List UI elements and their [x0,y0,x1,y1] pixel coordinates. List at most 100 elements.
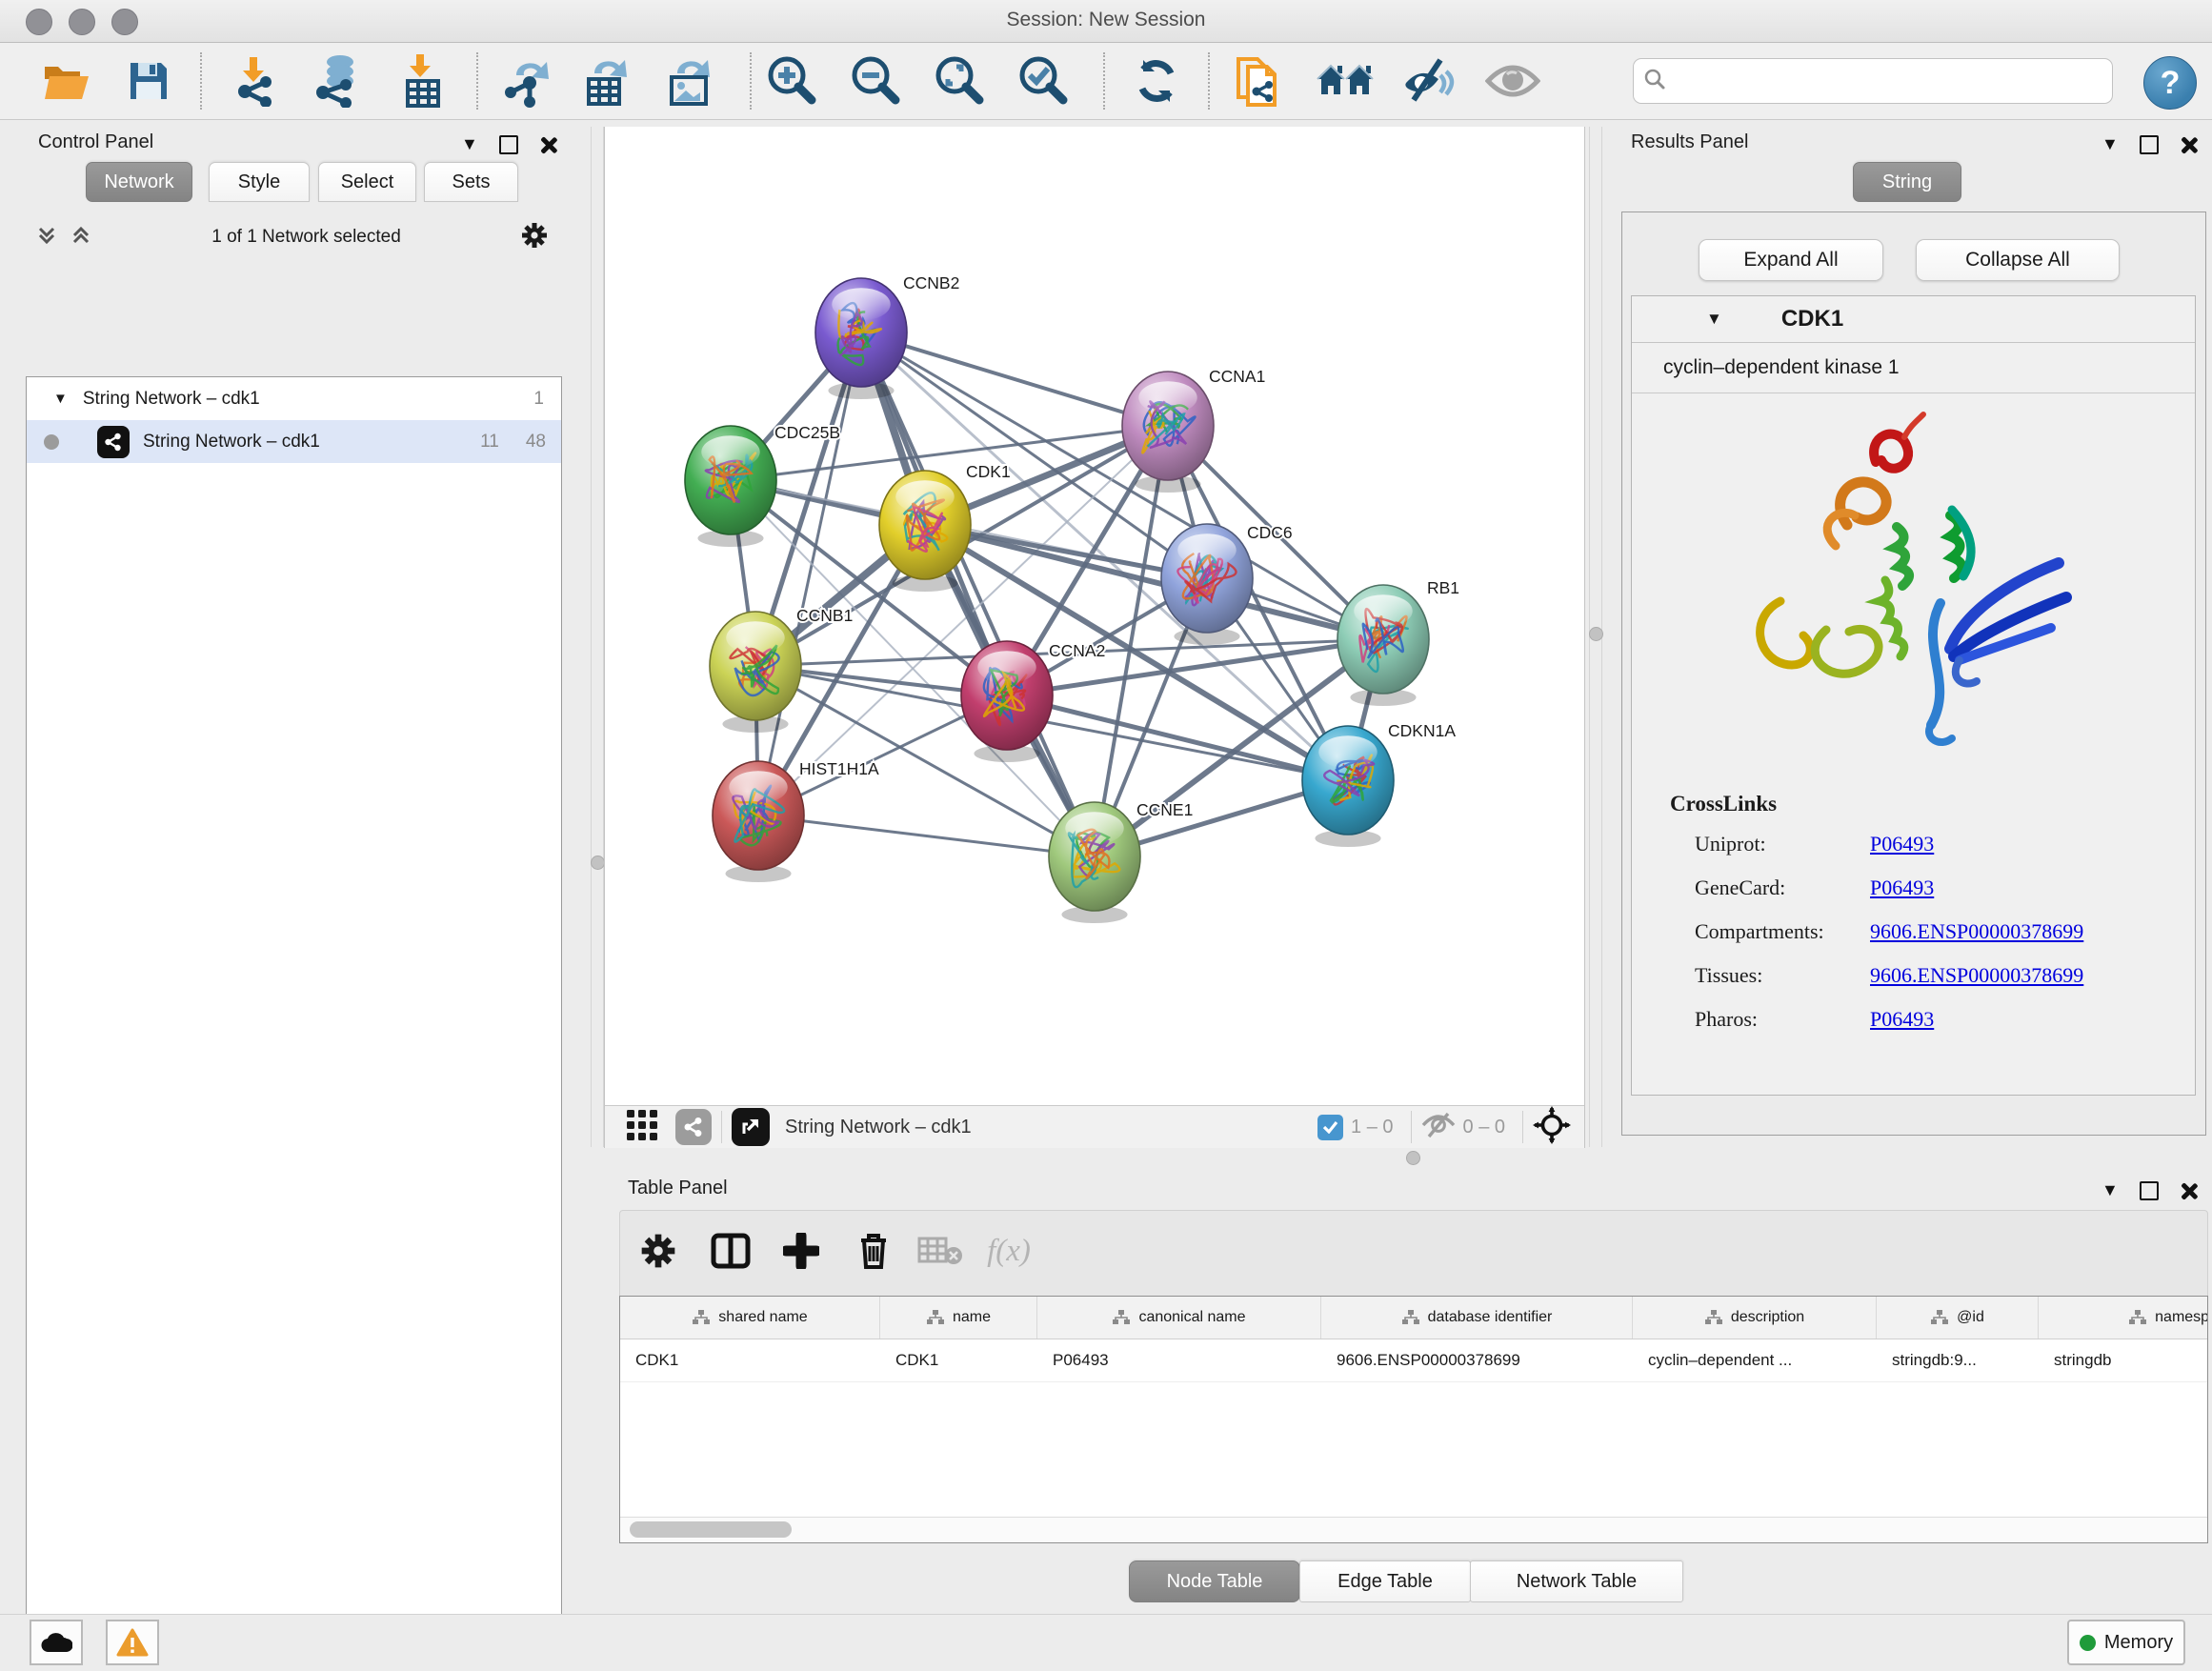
network-canvas[interactable]: CCNB2 CCNA1 CDC25B CDK1 CDC6 RB1 CCNB1 [604,127,1585,1105]
table-horizontal-scrollbar[interactable] [620,1517,2207,1542]
hide-panels-icon[interactable] [1397,54,1461,108]
vertical-splitter-left[interactable] [591,127,604,1147]
node-CDKN1A[interactable]: CDKN1A [1302,721,1456,847]
share-network-icon[interactable] [675,1109,712,1145]
column-header-database-identifier[interactable]: database identifier [1321,1297,1633,1339]
zoom-in-icon[interactable] [758,54,823,108]
tab-style[interactable]: Style [209,162,310,202]
node-CCNB2[interactable]: CCNB2 [815,273,959,399]
home-networks-icon[interactable] [1313,54,1377,108]
panel-menu-icon[interactable]: ▼ [461,134,478,154]
tab-network[interactable]: Network [86,162,192,202]
tab-node-table[interactable]: Node Table [1129,1560,1300,1602]
tab-select[interactable]: Select [318,162,416,202]
collapse-all-button[interactable]: Collapse All [1916,239,2120,281]
hidden-eye-icon[interactable] [1421,1112,1456,1143]
add-row-icon[interactable] [774,1223,829,1278]
entry-header[interactable]: ▼ CDK1 [1632,296,2195,343]
column-header-shared-name[interactable]: shared name [620,1297,880,1339]
grid-view-icon[interactable] [626,1109,658,1146]
column-header-name[interactable]: name [880,1297,1037,1339]
network-collection-row[interactable]: ▼ String Network – cdk1 1 [27,377,561,420]
warning-button[interactable] [106,1620,159,1665]
table-row[interactable]: CDK1CDK1P064939606.ENSP00000378699cyclin… [620,1339,2207,1382]
node-CCNE1[interactable]: CCNE1 [1049,800,1193,923]
search-field[interactable] [1633,58,2113,104]
columns-icon[interactable] [703,1223,758,1278]
column-header-canonical-name[interactable]: canonical name [1037,1297,1321,1339]
import-network-database-icon[interactable] [305,54,370,108]
tab-network-table[interactable]: Network Table [1470,1560,1683,1602]
network-row[interactable]: String Network – cdk1 11 48 [27,420,561,463]
horizontal-splitter[interactable] [604,1149,2212,1164]
crosslink-link[interactable]: P06493 [1870,832,1934,856]
panel-menu-icon[interactable]: ▼ [2101,1180,2119,1200]
crosshair-icon[interactable] [1533,1106,1571,1149]
crosslink-link[interactable]: 9606.ENSP00000378699 [1870,963,2083,988]
table-cell[interactable]: stringdb:9... [1877,1339,2039,1381]
column-header-namespace[interactable]: namespace [2039,1297,2208,1339]
save-session-icon[interactable] [116,54,181,108]
open-in-window-icon[interactable] [732,1108,770,1146]
entry-collapse-icon[interactable]: ▼ [1706,310,1722,329]
collection-expand-icon[interactable]: ▼ [53,391,68,407]
open-session-icon[interactable] [34,54,99,108]
crosslink-link[interactable]: P06493 [1870,1007,1934,1032]
export-network-icon[interactable] [495,54,560,108]
expand-all-button[interactable]: Expand All [1699,239,1883,281]
panel-close-icon[interactable] [2180,136,2197,153]
collapse-all-chevrons-icon[interactable] [35,224,58,252]
tab-sets[interactable]: Sets [424,162,518,202]
panel-float-icon[interactable] [499,135,518,154]
import-network-file-icon[interactable] [225,54,290,108]
panel-menu-icon[interactable]: ▼ [2101,134,2119,154]
splitter-handle-icon[interactable] [591,856,605,870]
edge-HIST1H1A-CCNE1[interactable] [758,815,1095,856]
scrollbar-thumb[interactable] [630,1521,792,1538]
table-cell[interactable]: 9606.ENSP00000378699 [1321,1339,1633,1381]
table-cell[interactable]: stringdb [2039,1339,2208,1381]
search-input[interactable] [1676,66,2112,96]
gear-icon[interactable] [520,221,549,254]
delete-row-icon[interactable] [846,1223,901,1278]
tab-string[interactable]: String [1853,162,1961,202]
table-cell[interactable]: CDK1 [880,1339,1037,1381]
column-header--id[interactable]: @id [1877,1297,2039,1339]
expand-all-chevrons-icon[interactable] [70,224,92,252]
panel-float-icon[interactable] [2140,1181,2159,1200]
panel-close-icon[interactable] [2180,1182,2197,1199]
node-RB1[interactable]: RB1 [1337,578,1459,706]
column-header-description[interactable]: description [1633,1297,1877,1339]
import-table-file-icon[interactable] [391,54,455,108]
zoom-out-icon[interactable] [842,54,907,108]
crosslink-link[interactable]: P06493 [1870,876,1934,900]
crosslink-link[interactable]: 9606.ENSP00000378699 [1870,919,2083,944]
gear-icon[interactable] [631,1223,686,1278]
table-cell[interactable]: CDK1 [620,1339,880,1381]
clone-network-icon[interactable] [1225,54,1290,108]
zoom-selected-icon[interactable] [1010,54,1075,108]
network-graph[interactable]: CCNB2 CCNA1 CDC25B CDK1 CDC6 RB1 CCNB1 [605,127,1584,1105]
cloud-button[interactable] [30,1620,83,1665]
export-table-icon[interactable] [575,54,640,108]
help-icon[interactable]: ? [2143,56,2197,110]
panel-close-icon[interactable] [539,136,556,153]
splitter-handle-icon[interactable] [1406,1151,1420,1165]
edge-CCNB2-HIST1H1A[interactable] [758,332,861,815]
table-cell[interactable]: cyclin–dependent ... [1633,1339,1877,1381]
selected-checkbox-icon[interactable] [1317,1115,1343,1140]
node-CDC25B[interactable]: CDC25B [685,423,840,547]
show-eye-icon[interactable] [1480,54,1545,108]
table-cell[interactable]: P06493 [1037,1339,1321,1381]
edge-CCNB2-CCNA1[interactable] [861,332,1168,426]
vertical-splitter-right[interactable] [1589,127,1602,1147]
zoom-fit-icon[interactable] [926,54,991,108]
export-image-icon[interactable] [659,54,724,108]
edge-CCNB2-CCNE1[interactable] [861,332,1095,856]
tab-edge-table[interactable]: Edge Table [1299,1560,1471,1602]
panel-float-icon[interactable] [2140,135,2159,154]
node-HIST1H1A[interactable]: HIST1H1A [713,759,879,882]
memory-button[interactable]: Memory [2067,1620,2185,1665]
refresh-icon[interactable] [1124,54,1189,108]
splitter-handle-icon[interactable] [1589,627,1603,641]
